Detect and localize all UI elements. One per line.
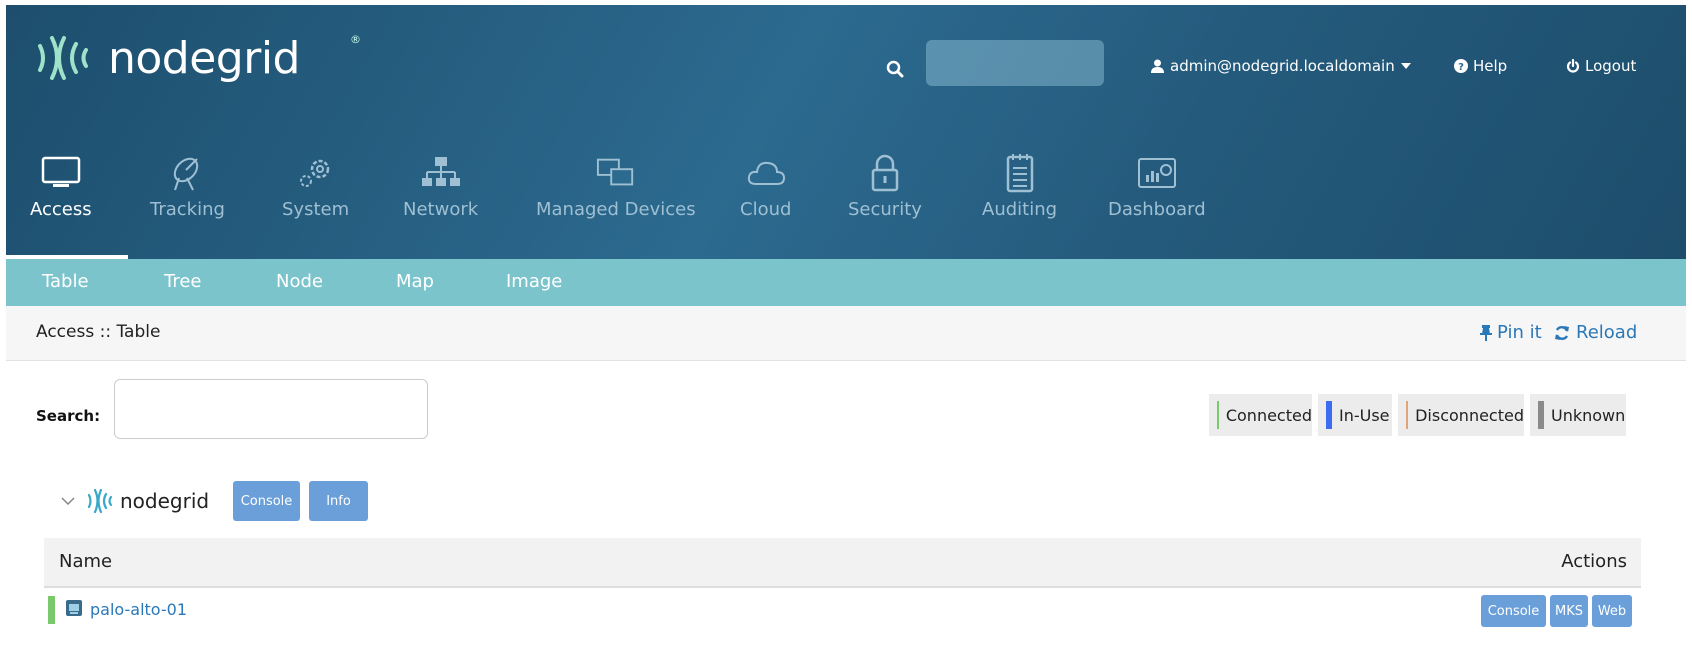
- nav-managed-devices-label: Managed Devices: [536, 199, 696, 220]
- nav-cloud-label: Cloud: [740, 199, 792, 220]
- tab-tree[interactable]: Tree: [164, 271, 202, 292]
- nav-dashboard-label: Dashboard: [1108, 199, 1206, 220]
- nav-security-label: Security: [848, 199, 922, 220]
- nodegrid-logo-icon: [87, 488, 113, 514]
- user-icon: [1151, 59, 1164, 73]
- table-row: palo-alto-01 Console MKS Web: [44, 588, 1641, 636]
- pin-it-link[interactable]: Pin it: [1480, 322, 1542, 343]
- nav-managed-devices[interactable]: Managed Devices: [536, 153, 696, 259]
- help-link[interactable]: ? Help: [1454, 57, 1507, 75]
- legend-connected-swatch: [1217, 401, 1219, 429]
- device-name-link[interactable]: palo-alto-01: [90, 600, 187, 619]
- notepad-icon: [1006, 154, 1033, 193]
- nav-network[interactable]: Network: [403, 153, 478, 259]
- status-indicator: [48, 596, 55, 624]
- satellite-dish-icon: [174, 157, 199, 191]
- group-info-button[interactable]: Info: [309, 481, 368, 521]
- brand-name: nodegrid: [108, 32, 300, 84]
- row-mks-button[interactable]: MKS: [1550, 595, 1588, 627]
- question-circle-icon: ?: [1454, 59, 1468, 73]
- tab-table[interactable]: Table: [42, 271, 89, 292]
- nav-cloud[interactable]: Cloud: [740, 153, 791, 259]
- lock-icon: [871, 154, 899, 192]
- search-label: Search:: [36, 407, 101, 425]
- legend-unknown-swatch: [1538, 401, 1544, 429]
- legend-in-use-swatch: [1326, 401, 1332, 429]
- devices-table: Name Actions palo-alto-01 Console MKS We…: [44, 538, 1641, 636]
- legend-disconnected-label: Disconnected: [1415, 405, 1524, 425]
- help-label: Help: [1473, 57, 1508, 75]
- nav-dashboard[interactable]: Dashboard: [1108, 153, 1206, 259]
- nav-system[interactable]: System: [282, 153, 349, 259]
- device-windows-icon: [596, 158, 633, 186]
- gears-icon: [299, 159, 329, 187]
- tab-map[interactable]: Map: [396, 271, 434, 292]
- network-tree-icon: [421, 157, 460, 186]
- legend-in-use: In-Use: [1318, 394, 1392, 436]
- pin-it-label: Pin it: [1497, 322, 1542, 343]
- nodegrid-logo-icon: [38, 36, 88, 80]
- brand-logo[interactable]: nodegrid ®: [34, 32, 361, 84]
- svg-text:?: ?: [1458, 62, 1464, 73]
- app-frame: nodegrid ® admin@nodegrid.localdomain ? …: [6, 5, 1686, 650]
- table-header: Name Actions: [44, 538, 1641, 588]
- monitor-icon: [41, 156, 81, 187]
- sub-nav: Table Tree Node Map Image: [6, 259, 1686, 306]
- global-search-input[interactable]: [926, 40, 1104, 86]
- legend-disconnected: Disconnected: [1398, 394, 1524, 436]
- group-name: nodegrid: [120, 489, 210, 513]
- reload-label: Reload: [1576, 322, 1638, 343]
- legend-unknown-label: Unknown: [1551, 405, 1626, 425]
- nav-system-label: System: [282, 199, 350, 220]
- user-menu[interactable]: admin@nodegrid.localdomain: [1151, 57, 1411, 75]
- logout-link[interactable]: Logout: [1566, 57, 1636, 75]
- legend-in-use-label: In-Use: [1339, 405, 1390, 425]
- reload-link[interactable]: Reload: [1554, 322, 1637, 343]
- column-header-actions: Actions: [1561, 551, 1627, 572]
- legend-connected-label: Connected: [1225, 405, 1312, 425]
- user-name: admin@nodegrid.localdomain: [1170, 57, 1395, 75]
- breadcrumb: Access :: Table: [36, 322, 161, 342]
- nav-access-label: Access: [30, 199, 92, 220]
- tab-image[interactable]: Image: [506, 271, 562, 292]
- main-nav: Access Tracking System Network Managed D…: [6, 153, 1306, 259]
- cloud-icon: [747, 161, 785, 185]
- dashboard-icon: [1137, 158, 1176, 188]
- nav-security[interactable]: Security: [848, 153, 922, 259]
- tab-node[interactable]: Node: [276, 271, 323, 292]
- row-web-button[interactable]: Web: [1592, 595, 1632, 627]
- header: nodegrid ® admin@nodegrid.localdomain ? …: [6, 5, 1686, 259]
- search-icon[interactable]: [886, 60, 904, 78]
- legend-connected: Connected: [1209, 394, 1312, 436]
- chevron-down-icon[interactable]: [58, 491, 78, 511]
- nav-auditing-label: Auditing: [982, 199, 1058, 220]
- caret-down-icon: [1400, 63, 1411, 69]
- pushpin-icon: [1480, 324, 1492, 341]
- registered-mark: ®: [350, 33, 361, 46]
- group-console-button[interactable]: Console: [233, 481, 300, 521]
- device-icon: [66, 600, 82, 616]
- nav-tracking[interactable]: Tracking: [150, 153, 225, 259]
- nav-auditing[interactable]: Auditing: [982, 153, 1057, 259]
- refresh-icon: [1555, 325, 1569, 340]
- breadcrumb-bar: Access :: Table Pin it Reload: [6, 306, 1686, 361]
- nav-tracking-label: Tracking: [150, 199, 225, 220]
- row-console-button[interactable]: Console: [1481, 595, 1546, 627]
- legend-unknown: Unknown: [1530, 394, 1626, 436]
- nav-access[interactable]: Access: [30, 153, 92, 259]
- device-group: nodegrid: [58, 481, 209, 521]
- search-input[interactable]: [114, 379, 428, 439]
- legend-disconnected-swatch: [1406, 401, 1409, 429]
- power-icon: [1566, 59, 1580, 73]
- logout-label: Logout: [1585, 57, 1637, 75]
- nav-network-label: Network: [403, 199, 479, 220]
- column-header-name[interactable]: Name: [59, 551, 112, 572]
